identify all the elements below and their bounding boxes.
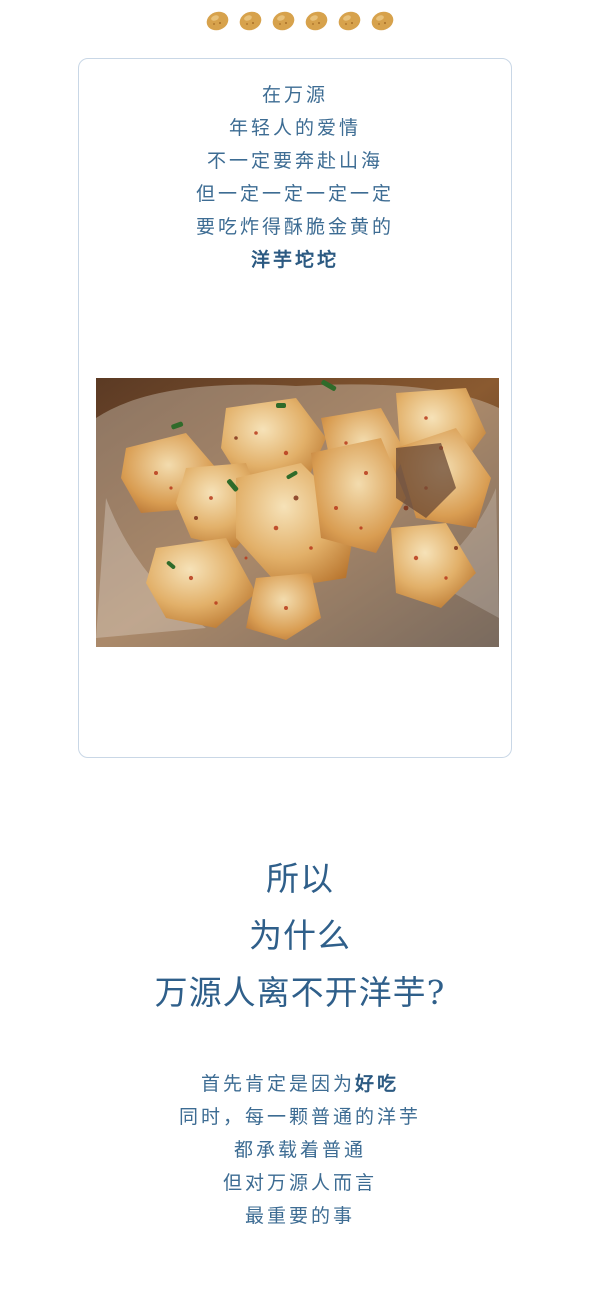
potato-icon bbox=[206, 11, 229, 31]
paragraph-emphasis: 好吃 bbox=[355, 1073, 400, 1095]
potato-icon bbox=[371, 11, 394, 31]
potato-icon bbox=[338, 11, 361, 31]
poem: 在万源 年轻人的爱情 不一定要奔赴山海 但一定一定一定一定 要吃炸得酥脆金黄的 … bbox=[79, 79, 511, 277]
paragraph-line: 都承载着普通 bbox=[233, 1139, 366, 1161]
paragraph-text: 首先肯定是因为 bbox=[200, 1073, 355, 1095]
poem-line: 但一定一定一定一定 bbox=[195, 183, 394, 205]
potato-icon bbox=[305, 11, 328, 31]
section-heading: 所以 为什么 万源人离不开洋芋? bbox=[0, 850, 600, 1021]
fried-potato-photo bbox=[96, 378, 499, 647]
poem-emphasis: 洋芋坨坨 bbox=[250, 249, 339, 271]
paragraph-line: 但对万源人而言 bbox=[222, 1172, 377, 1194]
heading-line: 万源人离不开洋芋? bbox=[154, 973, 446, 1012]
potato-icon-row bbox=[0, 10, 600, 32]
potato-icon bbox=[239, 11, 262, 31]
poem-line: 不一定要奔赴山海 bbox=[206, 150, 383, 172]
paragraph-line: 同时，每一颗普通的洋芋 bbox=[178, 1106, 421, 1128]
heading-line: 为什么 bbox=[249, 916, 351, 955]
paragraph-line: 最重要的事 bbox=[244, 1205, 355, 1227]
potato-icon bbox=[272, 11, 295, 31]
poem-card: 在万源 年轻人的爱情 不一定要奔赴山海 但一定一定一定一定 要吃炸得酥脆金黄的 … bbox=[78, 58, 512, 758]
poem-line: 要吃炸得酥脆金黄的 bbox=[195, 216, 394, 238]
heading-line: 所以 bbox=[266, 859, 334, 898]
paragraph-line: 首先肯定是因为好吃 bbox=[0, 1068, 600, 1101]
poem-line: 年轻人的爱情 bbox=[228, 117, 361, 139]
poem-line: 在万源 bbox=[261, 84, 328, 106]
body-paragraph: 首先肯定是因为好吃 同时，每一颗普通的洋芋 都承载着普通 但对万源人而言 最重要… bbox=[0, 1068, 600, 1233]
